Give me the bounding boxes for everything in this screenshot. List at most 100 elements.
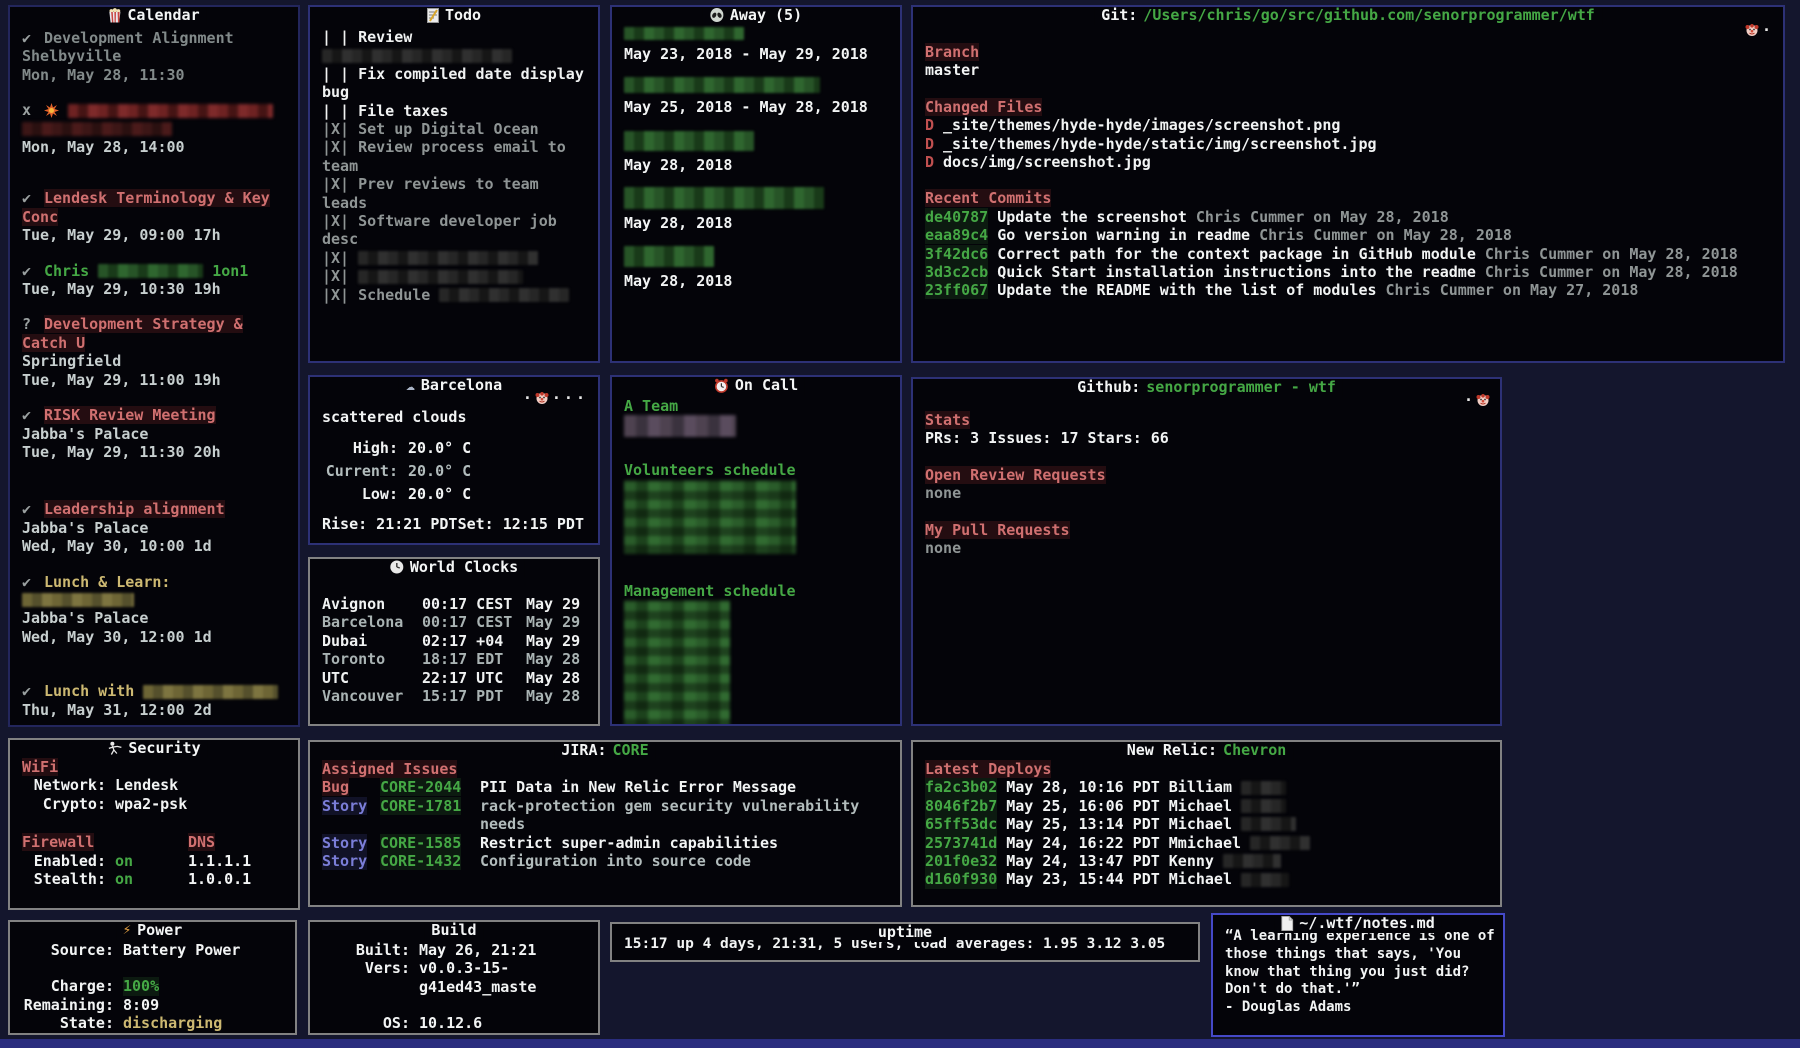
event-date: Mon, May 28, 11:30	[22, 66, 290, 84]
deploy-date: May 28, 10:16 PDT	[1006, 778, 1160, 796]
panel-power-title: ⚡ Power	[116, 920, 190, 940]
state-value: discharging	[123, 1014, 222, 1032]
redacted-text	[143, 685, 278, 699]
away-dates: May 23, 2018 - May 29, 2018	[624, 45, 892, 63]
cloud-icon: ☁	[406, 376, 415, 394]
deploy-row: 65ff53dcMay 25, 13:14 PDTMichael	[925, 815, 1492, 833]
redacted-text	[98, 264, 203, 278]
git-branch-section: Branch master	[925, 43, 1775, 80]
build-value: 16G1314	[419, 1033, 482, 1035]
event-date: Tue, May 29, 11:00 19h	[22, 371, 290, 389]
git-changed-files-section: Changed Files D_site/themes/hyde-hyde/im…	[925, 98, 1775, 172]
github-pulls-value: none	[925, 539, 1492, 557]
os-value: 10.12.6	[419, 1014, 482, 1032]
crypto-value: wpa2-psk	[115, 795, 187, 813]
away-entry: May 28, 2018	[624, 131, 892, 174]
panel-oncall-title: On Call	[707, 375, 805, 395]
firewall-column: Firewall Enabled:on Stealth:on	[22, 833, 188, 888]
vers-label: Vers:	[322, 959, 410, 996]
git-commit-row: eaa89c4Go version warning in readmeChris…	[925, 226, 1775, 244]
clock-row: Dubai02:17 +04May 29	[322, 632, 590, 650]
git-branch-name: master	[925, 61, 1775, 79]
todo-text: Prev reviews to team leads	[322, 175, 539, 211]
weather-temp-row: Low:20.0° C	[322, 483, 590, 506]
todo-checkbox: | |	[322, 102, 349, 120]
panel-security-title: Security	[100, 738, 207, 758]
git-commit-row: 3d3c2cbQuick Start installation instruct…	[925, 263, 1775, 281]
firewall-row-label: Enabled:	[22, 852, 106, 870]
panel-title-text: World Clocks	[410, 558, 518, 576]
redacted-text	[624, 246, 714, 267]
weather-rise-set: Rise: 21:21 PDTSet: 12:15 PDT	[322, 515, 590, 533]
deploy-hash: 8046f2b7	[925, 797, 997, 815]
event-date: Tue, May 29, 10:30 19h	[22, 280, 290, 298]
commit-meta: Chris Cummer on May 28, 2018	[1196, 208, 1449, 226]
panel-notes: ~/.wtf/notes.md “A learning experience i…	[1211, 913, 1505, 1037]
issue-type: Bug	[322, 778, 349, 796]
git-changed-header: Changed Files	[925, 98, 1042, 116]
calendar-event: ✔Development Alignment Shelbyville Mon, …	[22, 29, 290, 84]
vers-value: v0.0.3-15-g41ed43_maste	[419, 959, 590, 996]
redacted-text	[1241, 781, 1286, 795]
git-spinner: ·	[1745, 21, 1771, 39]
clock-date: May 29	[526, 595, 580, 613]
panel-weather: ☁ Barcelona · ··· scattered clouds High:…	[308, 375, 600, 545]
dns-value: 1.1.1.1	[188, 852, 251, 870]
redacted-text	[22, 593, 134, 607]
clock-time: 15:17 PDT	[422, 687, 526, 705]
oncall-volunteers-header: Volunteers schedule	[624, 461, 892, 479]
calendar-event: ✔Leadership alignment Jabba's Palace Wed…	[22, 500, 290, 555]
redacted-text	[1241, 799, 1286, 813]
clock-city: Toronto	[322, 650, 422, 668]
git-commit-row: de40787Update the screenshotChris Cummer…	[925, 208, 1775, 226]
deploy-hash: 2573741d	[925, 834, 997, 852]
redacted-text	[624, 77, 820, 93]
event-check: ✔	[22, 682, 37, 700]
notes-attribution: - Douglas Adams	[1225, 999, 1495, 1017]
panel-title-text: Build	[431, 921, 476, 939]
redacted-text	[624, 480, 796, 554]
event-title: Leadership alignment	[44, 500, 225, 518]
git-file-flag: D	[925, 135, 934, 153]
notes-quote: “A learning experience is one of those t…	[1225, 928, 1495, 999]
panel-calendar: Calendar ✔Development Alignment Shelbyvi…	[8, 5, 300, 727]
temp-value: 20.0° C	[408, 460, 471, 483]
todo-item: |X|Prev reviews to team leads	[322, 175, 590, 212]
panel-power: ⚡ Power Source:Battery Power Charge:100%…	[8, 920, 297, 1035]
sunset-time: Set: 12:15 PDT	[458, 515, 584, 533]
deploy-row: 8046f2b7May 25, 16:06 PDTMichael	[925, 797, 1492, 815]
todo-text: Set up Digital Ocean	[358, 120, 539, 138]
commit-meta: Chris Cummer on May 28, 2018	[1259, 226, 1512, 244]
build-built-row: Built:May 26, 21:21	[322, 941, 590, 959]
spinner-dots: ···	[552, 389, 588, 407]
github-pulls-header: My Pull Requests	[925, 521, 1070, 539]
away-entry: May 25, 2018 - May 28, 2018	[624, 77, 892, 116]
panel-uptime: uptime 15:17 up 4 days, 21:31, 5 users, …	[610, 922, 1200, 962]
todo-item: |X| Schedule	[322, 286, 590, 304]
todo-text: Schedule	[358, 286, 430, 304]
redacted-text	[439, 288, 569, 302]
memo-icon	[427, 8, 439, 23]
event-check: ✔	[22, 573, 37, 591]
build-os-row: OS: 10.12.6	[322, 1014, 590, 1032]
os-label: OS:	[322, 1014, 410, 1032]
clown-icon	[1476, 393, 1490, 407]
panel-security: Security WiFi Network:Lendesk Crypto:wpa…	[8, 738, 300, 910]
clock-date: May 29	[526, 613, 580, 631]
network-value: Lendesk	[115, 776, 178, 794]
clock-city: Vancouver	[322, 687, 422, 705]
todo-text: Review	[358, 28, 412, 46]
panel-jira-title: JIRA: CORE	[554, 740, 655, 760]
panel-away: Away (5) May 23, 2018 - May 29, 2018 May…	[610, 5, 902, 363]
jira-issue-row: StoryCORE-1781rack-protection gem securi…	[322, 797, 892, 834]
git-commit-row: 23ff067Update the README with the list o…	[925, 281, 1775, 299]
build-vers-row: Vers:v0.0.3-15-g41ed43_maste	[322, 959, 590, 996]
issue-key: CORE-1781	[380, 797, 461, 815]
todo-checkbox: |X|	[322, 286, 349, 304]
clock-time: 22:17 UTC	[422, 669, 526, 687]
event-check: ✔	[22, 189, 37, 207]
commit-message: Update the screenshot	[997, 208, 1187, 226]
panel-title-text: Calendar	[127, 6, 199, 24]
jira-issue-row: StoryCORE-1432Configuration into source …	[322, 852, 892, 870]
panel-calendar-title: Calendar	[101, 5, 206, 25]
